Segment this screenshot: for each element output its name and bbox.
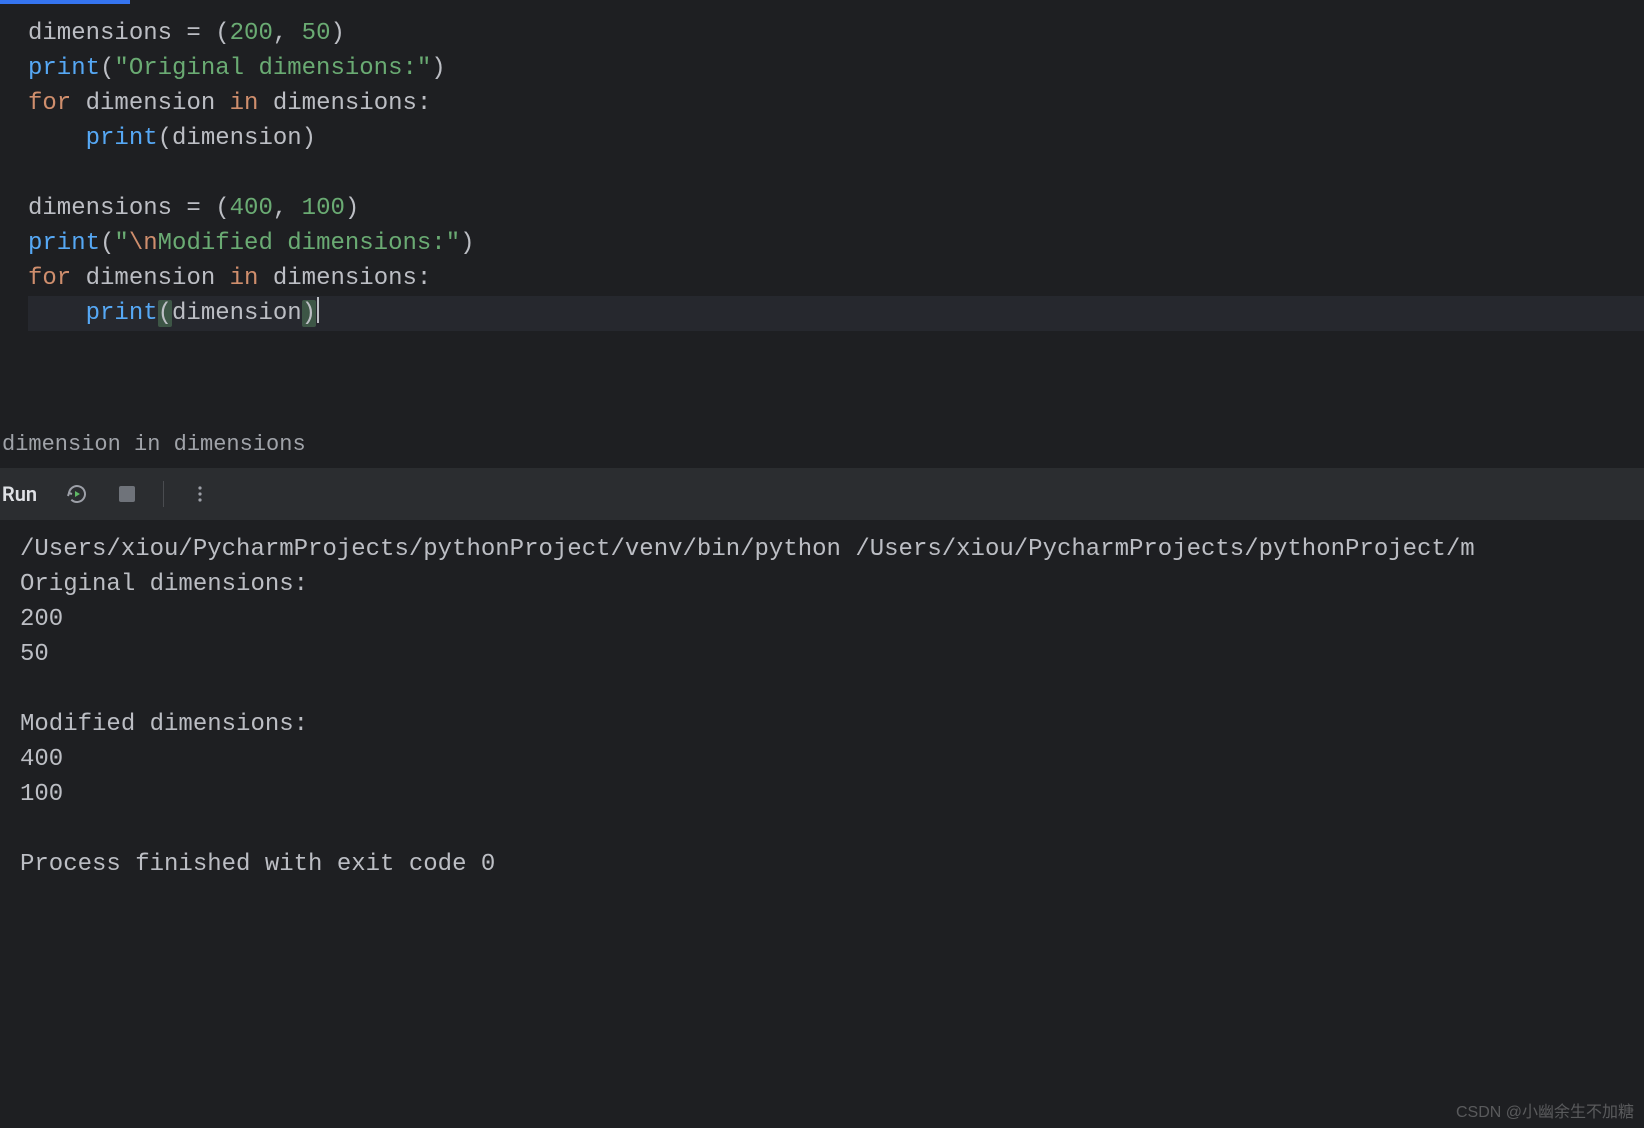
console-line	[20, 672, 1644, 707]
run-tab-label[interactable]: Run	[2, 482, 37, 506]
console-line: Original dimensions:	[20, 567, 1644, 602]
code-editor[interactable]: dimensions = (200, 50)print("Original di…	[0, 4, 1644, 436]
rerun-icon[interactable]	[63, 480, 91, 508]
code-line[interactable]: for dimension in dimensions:	[28, 261, 1644, 296]
code-line[interactable]: print(dimension)	[28, 296, 1644, 331]
code-line[interactable]	[28, 156, 1644, 191]
code-line[interactable]: print("\nModified dimensions:")	[28, 226, 1644, 261]
console-line: 50	[20, 637, 1644, 672]
console-line: 400	[20, 742, 1644, 777]
stop-icon[interactable]	[113, 480, 141, 508]
console-line: 200	[20, 602, 1644, 637]
code-line[interactable]: print(dimension)	[28, 121, 1644, 156]
code-line[interactable]: print("Original dimensions:")	[28, 51, 1644, 86]
console-line: 100	[20, 777, 1644, 812]
console-line: Modified dimensions:	[20, 707, 1644, 742]
run-console[interactable]: /Users/xiou/PycharmProjects/pythonProjec…	[0, 520, 1644, 1128]
console-line: /Users/xiou/PycharmProjects/pythonProjec…	[20, 532, 1644, 567]
code-line[interactable]: for dimension in dimensions:	[28, 86, 1644, 121]
breadcrumb[interactable]: dimension in dimensions	[0, 425, 1644, 465]
more-vertical-icon[interactable]	[186, 480, 214, 508]
toolbar-divider	[163, 481, 164, 507]
run-toolbar: Run	[0, 468, 1644, 520]
watermark: CSDN @小幽余生不加糖	[1456, 1098, 1634, 1122]
console-line: Process finished with exit code 0	[20, 847, 1644, 882]
code-line[interactable]: dimensions = (400, 100)	[28, 191, 1644, 226]
console-line	[20, 812, 1644, 847]
code-line[interactable]: dimensions = (200, 50)	[28, 16, 1644, 51]
text-cursor	[317, 297, 319, 323]
